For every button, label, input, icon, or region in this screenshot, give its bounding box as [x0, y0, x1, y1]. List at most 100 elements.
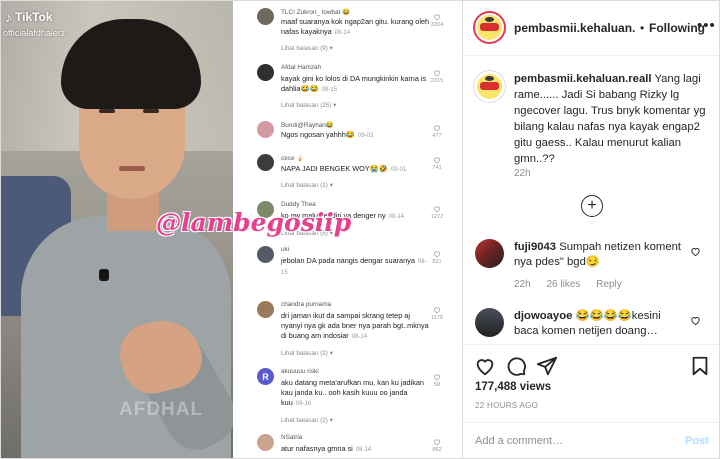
comment-text: djowoayoe 😂😂😂😂kesini baca komen netijen …	[514, 310, 661, 337]
like-count: 477	[432, 133, 442, 139]
like-button[interactable]: 821	[429, 250, 445, 265]
add-comment-input[interactable]	[475, 435, 675, 447]
comment-likes[interactable]: 26 likes	[546, 279, 580, 290]
view-count[interactable]: 177,488 views	[475, 381, 551, 393]
caption-avatar[interactable]	[473, 70, 506, 103]
like-count: 1179	[430, 315, 444, 321]
instagram-post-panel: pembasmii.kehaluan. • Following ••• pemb…	[463, 1, 719, 458]
comment-author[interactable]: cece 🍦	[281, 154, 304, 162]
lapel-mic	[99, 269, 109, 281]
heart-icon	[433, 70, 441, 77]
heart-icon	[433, 14, 441, 21]
heart-icon	[433, 374, 441, 381]
like-button[interactable]: 741	[429, 156, 445, 171]
comment-text: NAPA JADI BENGEK WOY😭🤣 09-01	[281, 164, 407, 173]
avatar[interactable]	[257, 434, 274, 451]
like-count: 2315	[430, 78, 444, 84]
lambegosip-stamp: @lambegosiip	[156, 208, 352, 237]
comment-text: dri jaman ikut da sampai skrang tetep aj…	[281, 311, 429, 340]
caption-text: Yang lagi rame...... Jadi Si babang Rizk…	[514, 73, 706, 165]
share-paper-plane-icon[interactable]	[536, 355, 558, 377]
tiktok-logo: ♪ TikTok	[5, 9, 53, 25]
avatar[interactable]	[257, 8, 274, 25]
person-eye-right	[143, 109, 159, 113]
avatar[interactable]	[257, 246, 274, 263]
heart-icon	[433, 157, 441, 164]
video-watermark: AFDHAL	[119, 399, 204, 420]
comment-text: Ngos ngosan yahhh😂 09-03	[281, 130, 374, 139]
comment-text: aku datang meta'arufkan mu, kan ku jadik…	[281, 378, 424, 407]
posted-time[interactable]: 22 HOURS AGO	[475, 401, 538, 410]
screenshot-root: ♪ TikTok officialafdhalerz AFDHAL @lambe…	[0, 0, 720, 459]
comment-author[interactable]: Duddy Thea	[281, 201, 316, 208]
comment-bubble-icon[interactable]	[505, 355, 527, 377]
heart-icon	[433, 251, 441, 258]
view-replies-link[interactable]: Lihat balasan (9) ▾	[281, 45, 333, 52]
comment-author[interactable]: akuuuuu riski	[281, 368, 319, 375]
tiktok-note-icon: ♪	[5, 9, 12, 25]
avatar[interactable]	[257, 64, 274, 81]
tiktok-username: officialafdhalerz	[3, 28, 66, 38]
header-username[interactable]: pembasmii.kehaluan.	[514, 21, 635, 35]
add-comment-bar: Post	[463, 422, 719, 458]
caption-username[interactable]: pembasmii.kehaluan.reall	[514, 73, 652, 85]
avatar[interactable]	[257, 301, 274, 318]
comment-text: maaf suaranya kok ngap2an gitu. kurang o…	[281, 17, 430, 36]
like-count: 862	[432, 447, 442, 453]
like-count: 1272	[430, 214, 444, 220]
comment-text: atur nafasnya gmna si 08-14	[281, 444, 372, 453]
comment-text: jebolan DA pada nangis dengar suaranya 08…	[281, 256, 427, 276]
comment-username[interactable]: fuji9043	[514, 241, 556, 253]
bookmark-icon[interactable]	[689, 355, 711, 377]
comment-time: 22h	[514, 279, 531, 290]
like-heart-icon[interactable]	[474, 355, 496, 377]
comment-author[interactable]: Afdal Hamzah	[281, 64, 321, 71]
caption-time: 22h	[514, 168, 531, 179]
comment-meta: 22h 26 likes Reply	[514, 279, 635, 290]
like-button[interactable]: 2315	[429, 69, 445, 84]
like-count: 58	[433, 382, 441, 388]
like-button[interactable]: 58	[429, 373, 445, 388]
heart-icon	[433, 439, 441, 446]
heart-icon[interactable]	[690, 246, 701, 257]
avatar[interactable]	[257, 154, 274, 171]
view-replies-link[interactable]: Lihat balasan (1) ▾	[281, 182, 333, 189]
like-button[interactable]: 862	[429, 438, 445, 453]
post-header: pembasmii.kehaluan. • Following •••	[463, 1, 719, 56]
reply-button[interactable]: Reply	[596, 279, 622, 290]
more-options-icon[interactable]: •••	[697, 17, 716, 34]
avatar[interactable]	[475, 308, 504, 337]
view-replies-link[interactable]: Lihat balasan (25) ▾	[281, 102, 336, 109]
like-count: 741	[432, 165, 442, 171]
pembasmi-logo-icon	[477, 15, 502, 40]
post-comment-button[interactable]: Post	[685, 435, 709, 447]
person-mouth	[119, 166, 145, 171]
post-caption: pembasmii.kehaluan.reall Yang lagi rame.…	[514, 71, 710, 167]
person-eye-left	[99, 109, 115, 113]
comment-username[interactable]: djowoayoe	[514, 310, 572, 322]
heart-icon	[433, 206, 441, 213]
view-replies-link[interactable]: Lihat balasan (2) ▾	[281, 417, 333, 424]
like-button[interactable]: 477	[429, 124, 445, 139]
avatar[interactable]	[475, 239, 504, 268]
comment-author[interactable]: NSatria	[281, 434, 302, 441]
tiktok-brand: TikTok	[15, 10, 53, 24]
profile-avatar[interactable]	[473, 11, 506, 44]
comment-author[interactable]: chandra purnama	[281, 301, 331, 308]
comment-text: fuji9043 Sumpah netizen koment nya pdes"…	[514, 241, 682, 268]
like-count: 3304	[430, 22, 444, 28]
like-button[interactable]: 3304	[429, 13, 445, 28]
comment-author[interactable]: Bundi@Rayhan😂	[281, 121, 334, 129]
heart-icon	[433, 307, 441, 314]
separator-dot: •	[640, 21, 645, 35]
load-more-comments-icon[interactable]: +	[581, 195, 603, 217]
view-replies-link[interactable]: Lihat balasan (2) ▾	[281, 350, 333, 357]
avatar[interactable]	[257, 121, 274, 138]
comment-author[interactable]: TLC! Zukron_ lowbat 😂	[281, 8, 350, 16]
avatar[interactable]: R	[257, 368, 274, 385]
like-button[interactable]: 1179	[429, 306, 445, 321]
comment-author[interactable]: uki	[281, 246, 289, 253]
like-button[interactable]: 1272	[429, 205, 445, 220]
heart-icon[interactable]	[690, 315, 701, 326]
pembasmi-logo-icon	[477, 74, 502, 99]
